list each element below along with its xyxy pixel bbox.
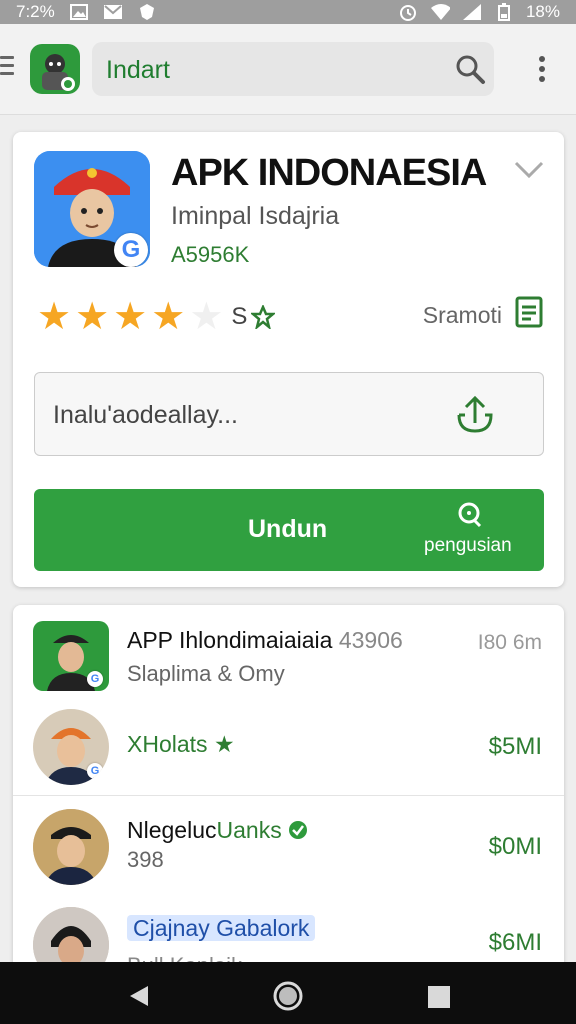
list-item-title: XHolats ★	[127, 731, 235, 758]
list-item-title-suffix: Uanks	[216, 817, 282, 843]
list-item[interactable]: G APP Ihlondimaiaiaia 43906 I80 6m Slapl…	[13, 605, 564, 705]
officer-avatar-icon	[33, 809, 109, 885]
list-item-price: $5MI	[488, 733, 542, 760]
star-icon: ★	[213, 731, 235, 757]
app-list-card: G APP Ihlondimaiaiaia 43906 I80 6m Slapl…	[13, 605, 564, 1005]
app-icon: G	[33, 621, 109, 691]
install-field[interactable]	[34, 372, 544, 456]
list-item-number: 43906	[338, 627, 403, 653]
chat-bubble-icon	[458, 502, 482, 528]
shield-notification-icon	[137, 3, 157, 21]
wifi-icon	[430, 3, 450, 21]
list-item-subtitle: 398	[127, 847, 164, 872]
search-icon[interactable]	[454, 53, 486, 85]
system-navigation-bar	[0, 962, 576, 1024]
search-bar[interactable]	[92, 42, 494, 96]
app-size: A5956K	[171, 242, 250, 267]
google-badge-icon: G	[87, 763, 103, 779]
list-item-title-text: XHolats	[127, 731, 208, 757]
review-label[interactable]: Sramoti	[423, 302, 502, 329]
list-item-title-prefix: Nlegeluc	[127, 817, 217, 843]
app-bar	[0, 24, 576, 115]
highlight-chip: Cjajnay Gabalork	[127, 915, 316, 941]
alarm-icon	[398, 3, 418, 21]
list-item[interactable]: G XHolats ★ $5MI	[13, 705, 564, 795]
star-icon: ★	[151, 296, 186, 338]
star-icon: ★	[75, 296, 110, 338]
chevron-down-icon[interactable]	[514, 160, 544, 180]
battery-icon	[494, 3, 514, 21]
list-item[interactable]: NlegelucUanks 398 $0MI	[13, 803, 564, 899]
list-item-meta: I80 6m	[477, 631, 542, 654]
list-item-title: Cjajnay Gabalork	[127, 915, 316, 942]
google-badge-icon: G	[114, 233, 148, 267]
list-item-title-text: APP Ihlondimaiaiaia	[127, 627, 333, 653]
download-button-sublabel: pengusian	[424, 535, 512, 556]
app-title: APK INDONAESIA	[171, 152, 487, 194]
verified-badge-icon	[289, 821, 308, 839]
mail-notification-icon	[103, 3, 123, 21]
star-icon: ★	[37, 296, 72, 338]
home-icon[interactable]	[272, 980, 304, 1012]
search-input[interactable]	[104, 52, 438, 88]
rating-stars: ★ ★ ★ ★ ★ S	[37, 296, 276, 338]
list-item-title: NlegelucUanks	[127, 817, 308, 844]
list-item-title: APP Ihlondimaiaiaia 43906	[127, 627, 403, 654]
star-outline-icon	[251, 305, 276, 329]
avatar	[33, 809, 109, 885]
app-logo[interactable]	[30, 44, 80, 94]
download-button[interactable]: Undun pengusian	[34, 489, 544, 571]
list-item-price: $6MI	[488, 929, 542, 956]
list-item-subtitle: Slaplima & Omy	[127, 661, 285, 686]
app-developer: Iminpal Isdajria	[171, 202, 340, 230]
google-badge-icon: G	[87, 671, 103, 687]
list-item-price: $0MI	[488, 833, 542, 860]
avatar: G	[33, 709, 109, 785]
robot-logo-icon	[42, 54, 75, 91]
back-icon[interactable]	[128, 984, 150, 1008]
upload-icon[interactable]	[453, 393, 497, 435]
image-notification-icon	[69, 3, 89, 21]
battery-percent: 18%	[525, 2, 560, 21]
star-icon: ★	[113, 296, 148, 338]
status-bar: 7:2% 18%	[0, 0, 576, 24]
install-input[interactable]	[51, 395, 435, 435]
divider	[13, 795, 564, 796]
download-button-label: Undun	[248, 515, 328, 543]
chip-text: Cjajnay	[133, 915, 210, 941]
signal-icon	[462, 3, 482, 21]
star-empty-icon: ★	[189, 296, 224, 338]
more-options-icon[interactable]	[536, 56, 548, 86]
chip-text-2: Gabalork	[216, 915, 310, 941]
app-detail-card: G APK INDONAESIA Iminpal Isdajria A5956K…	[13, 132, 564, 587]
status-time: 7:2%	[16, 2, 55, 21]
recent-apps-icon[interactable]	[428, 986, 450, 1008]
rating-text: S	[231, 303, 248, 330]
app-icon: G	[34, 151, 150, 267]
document-icon[interactable]	[514, 296, 544, 328]
menu-icon[interactable]	[0, 56, 16, 78]
